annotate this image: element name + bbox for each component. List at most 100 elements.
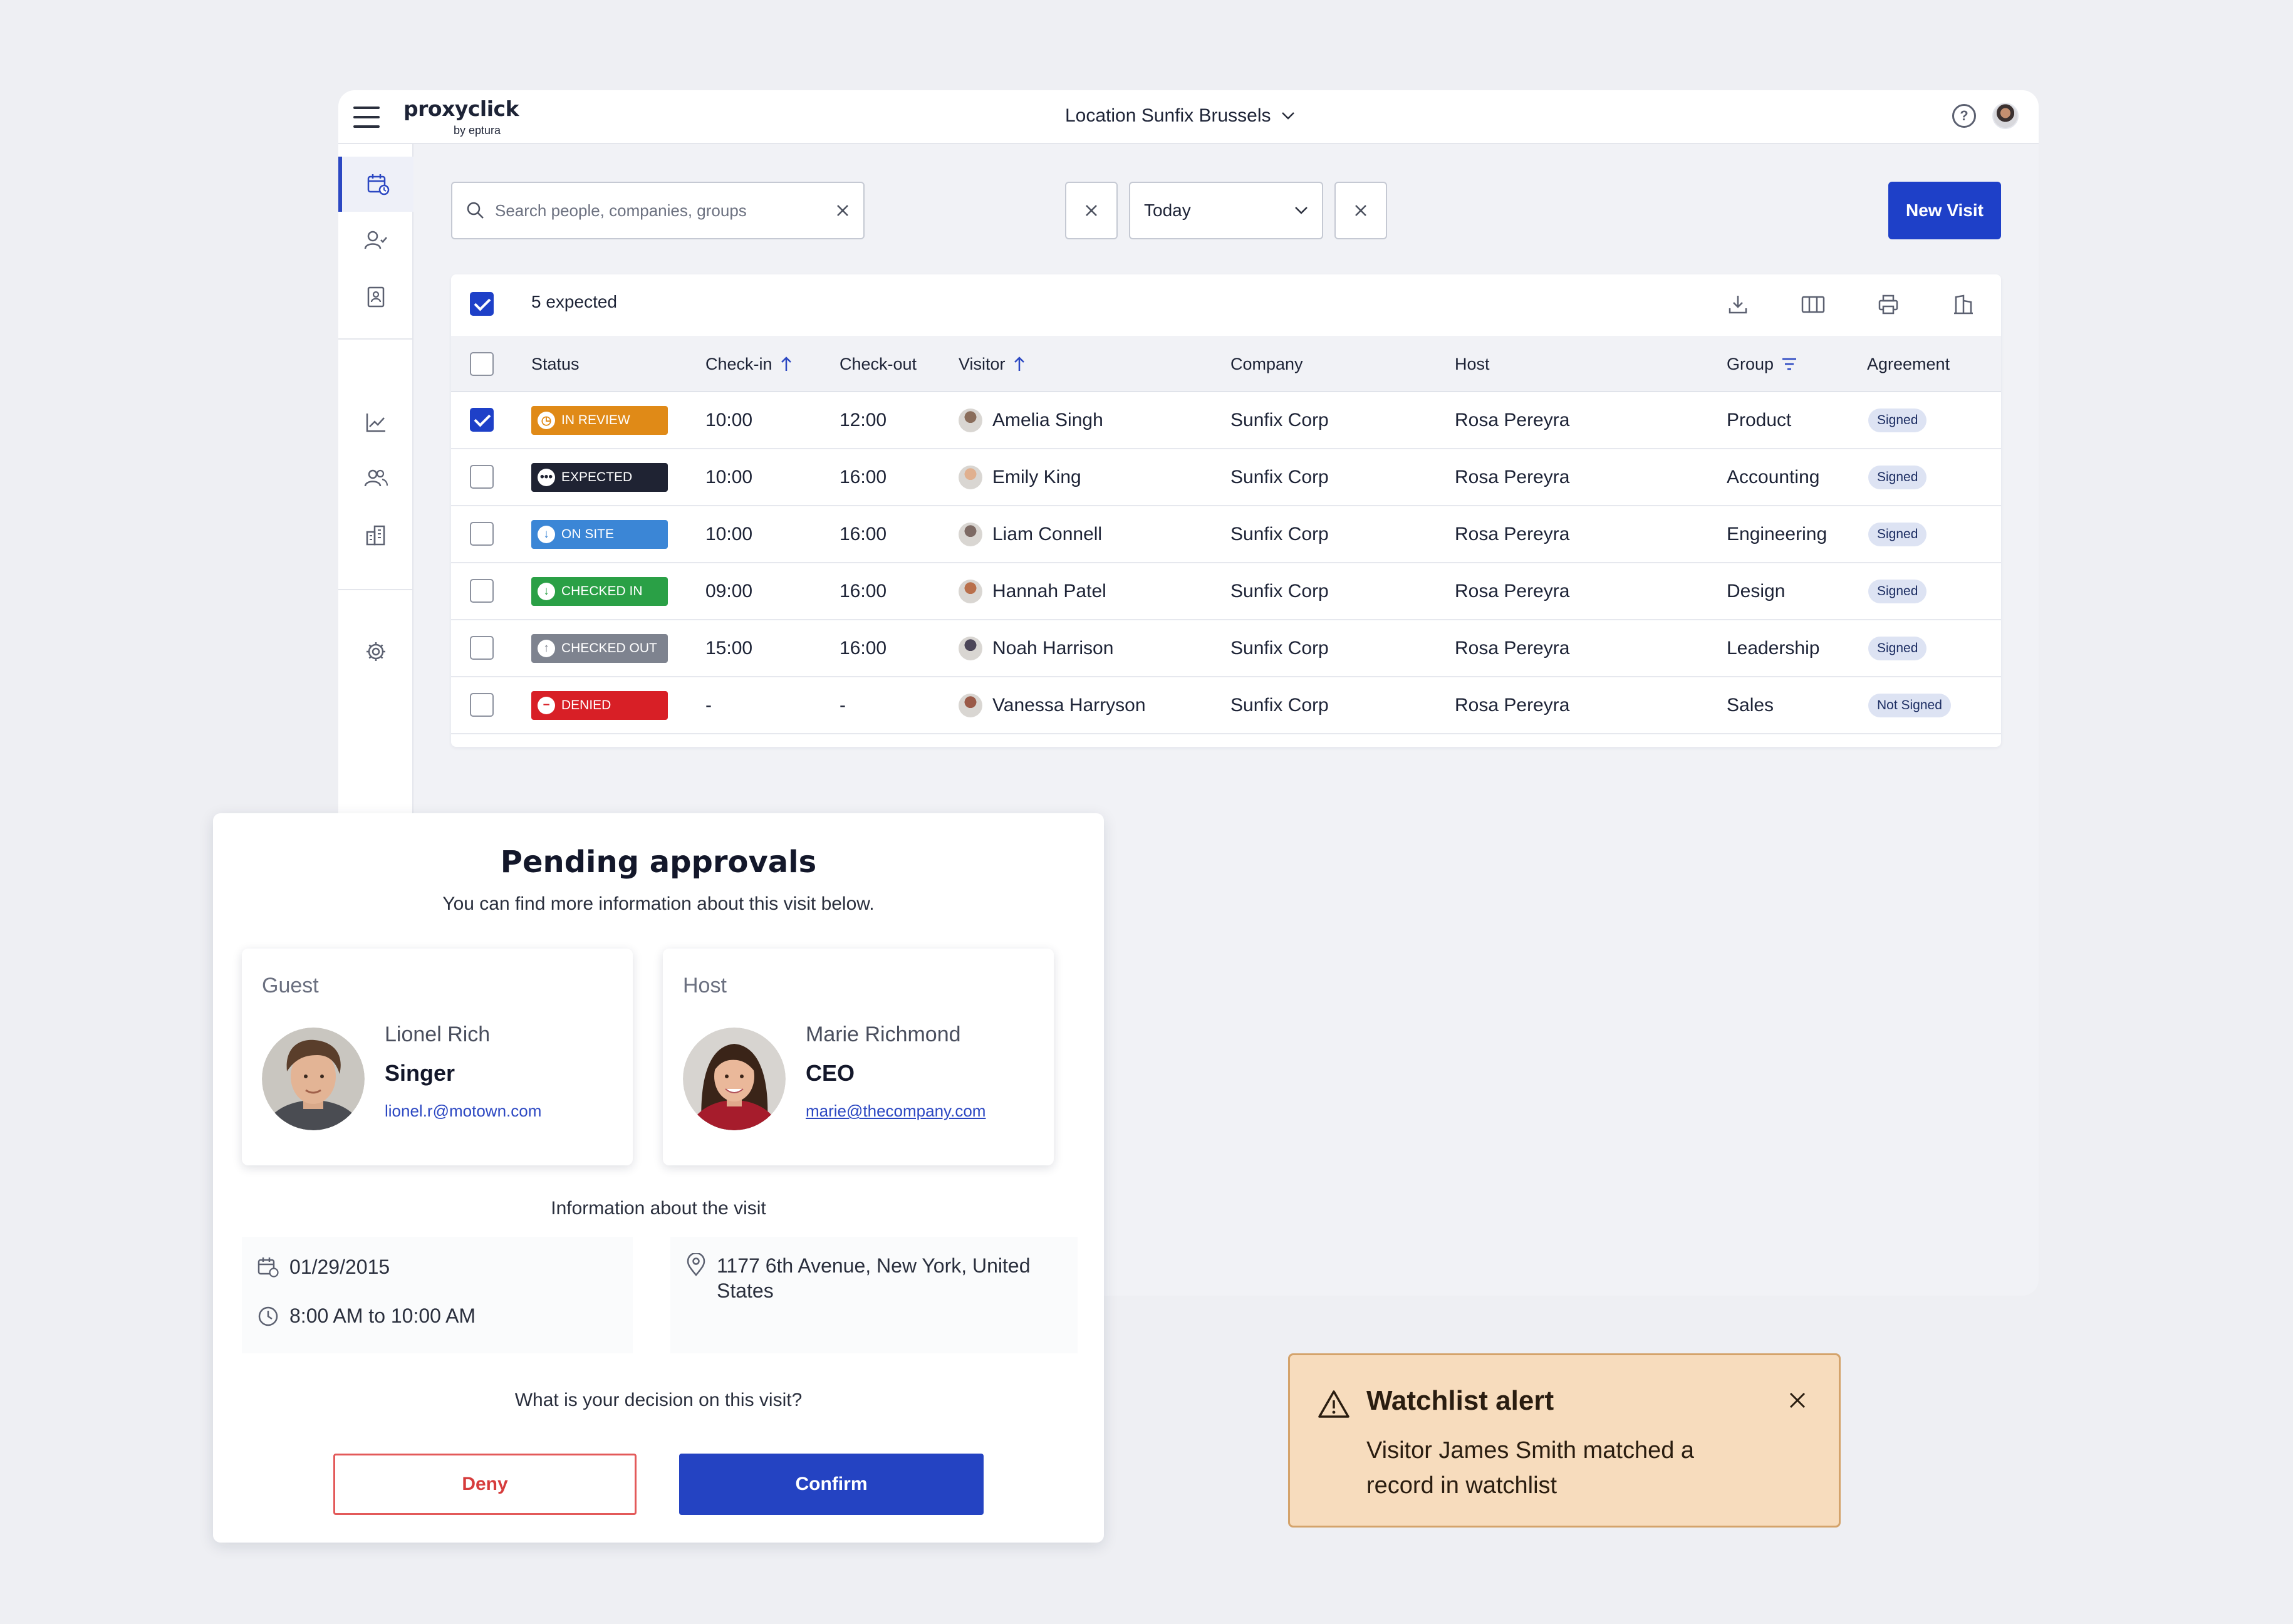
agreement-badge: Signed xyxy=(1868,409,1927,432)
header-checkbox[interactable] xyxy=(470,352,494,376)
status-badge: ↑ Checked Out xyxy=(531,634,668,663)
row-checkbox[interactable] xyxy=(470,579,494,603)
group-cell: Leadership xyxy=(1727,637,1820,658)
agreement-badge: Signed xyxy=(1868,580,1927,603)
table-row[interactable]: ↓ Checked In 09:00 16:00 Hannah Patel Sunfix … xyxy=(451,563,2001,620)
group-cell: Sales xyxy=(1727,694,1774,716)
table-row[interactable]: ↓ On Site 10:00 16:00 Liam Connell Sunfix Cor… xyxy=(451,506,2001,563)
host-card: Host Marie Richmond CEO marie@thecompany… xyxy=(663,949,1054,1165)
status-arrow-down-icon: ↓ xyxy=(538,583,555,600)
group-cell: Design xyxy=(1727,580,1786,601)
new-visit-button[interactable]: New Visit xyxy=(1888,182,2001,239)
host-name: Marie Richmond xyxy=(806,1023,961,1046)
pending-approvals-card: Pending approvals You can find more info… xyxy=(213,813,1104,1543)
visitor-avatar xyxy=(959,693,982,717)
visitor-check-icon xyxy=(364,231,387,249)
sidebar-item-visits[interactable] xyxy=(338,157,413,212)
visitor-cell[interactable]: Amelia Singh xyxy=(959,392,1103,448)
group-cell: Engineering xyxy=(1727,523,1828,544)
user-avatar[interactable] xyxy=(1992,103,2019,129)
column-company[interactable]: Company xyxy=(1230,336,1303,392)
visitor-cell[interactable]: Hannah Patel xyxy=(959,563,1106,619)
column-status[interactable]: Status xyxy=(531,336,580,392)
column-visitor[interactable]: Visitor xyxy=(959,336,1026,392)
sidebar-item-settings[interactable] xyxy=(338,624,413,679)
row-checkbox[interactable] xyxy=(470,522,494,546)
buildings-icon xyxy=(366,525,385,546)
close-icon xyxy=(1355,205,1366,216)
visit-time: 8:00 AM to 10:00 AM xyxy=(257,1304,476,1328)
sidebar-item-users[interactable] xyxy=(338,451,413,506)
guest-email-link[interactable]: lionel.r@motown.com xyxy=(385,1101,541,1121)
date-filter-select[interactable]: Today xyxy=(1129,182,1323,239)
checkin-time: 10:00 xyxy=(705,409,753,430)
row-checkbox[interactable] xyxy=(470,636,494,660)
clear-filter-button[interactable] xyxy=(1065,182,1118,239)
group-cell: Accounting xyxy=(1727,466,1820,487)
row-checkbox[interactable] xyxy=(470,408,494,432)
chart-icon xyxy=(366,414,385,432)
visitor-cell[interactable]: Vanessa Harryson xyxy=(959,677,1146,733)
checkin-time: - xyxy=(705,694,712,716)
guest-role-label: Guest xyxy=(262,974,319,997)
clear-date-button[interactable] xyxy=(1334,182,1387,239)
column-group[interactable]: Group xyxy=(1727,336,1797,392)
host-title: CEO xyxy=(806,1060,855,1086)
select-all-checkbox[interactable] xyxy=(470,292,494,316)
visitor-cell[interactable]: Noah Harrison xyxy=(959,620,1113,676)
host-photo xyxy=(683,1028,786,1130)
host-cell: Rosa Pereyra xyxy=(1455,523,1570,544)
row-checkbox[interactable] xyxy=(470,693,494,717)
visitor-avatar xyxy=(959,636,982,660)
sidebar-item-contacts[interactable] xyxy=(338,269,413,325)
calendar-icon xyxy=(257,1257,279,1278)
company-cell: Sunfix Corp xyxy=(1230,409,1329,430)
table-row[interactable]: ••• Expected 10:00 16:00 Emily King Sunfix Co… xyxy=(451,449,2001,506)
top-bar: proxyclick by eptura Location Sunfix Bru… xyxy=(338,90,2039,144)
approval-title: Pending approvals xyxy=(500,845,817,880)
calendar-visits-icon xyxy=(367,174,390,195)
checkout-time: 16:00 xyxy=(840,580,887,601)
location-selector[interactable]: Location Sunfix Brussels xyxy=(1065,105,1295,127)
group-cell: Product xyxy=(1727,409,1792,430)
deny-button[interactable]: Deny xyxy=(333,1454,637,1515)
visitor-cell[interactable]: Emily King xyxy=(959,449,1081,505)
column-checkout[interactable]: Check-out xyxy=(840,336,917,392)
visit-date: 01/29/2015 xyxy=(257,1256,390,1279)
visit-info-heading: Information about the visit xyxy=(551,1198,766,1219)
location-pin-icon xyxy=(687,1253,705,1276)
host-email-link[interactable]: marie@thecompany.com xyxy=(806,1101,985,1121)
building-filter-icon[interactable] xyxy=(1948,289,1978,320)
table-row[interactable]: ↑ Checked Out 15:00 16:00 Noah Harrison Sunfi… xyxy=(451,620,2001,677)
column-host[interactable]: Host xyxy=(1455,336,1490,392)
column-agreement[interactable]: Agreement xyxy=(1867,336,1950,392)
help-icon[interactable]: ? xyxy=(1952,104,1976,128)
search-input[interactable]: Search people, companies, groups xyxy=(451,182,865,239)
agreement-badge: Signed xyxy=(1868,523,1927,546)
row-checkbox[interactable] xyxy=(470,465,494,489)
checkout-time: 16:00 xyxy=(840,523,887,544)
close-icon[interactable] xyxy=(1785,1388,1810,1413)
sidebar-item-buildings[interactable] xyxy=(338,508,413,563)
table-row[interactable]: − Denied - - Vanessa Harryson Sunfix Corp Rosa… xyxy=(451,677,2001,734)
guest-title: Singer xyxy=(385,1060,455,1086)
warning-icon xyxy=(1318,1390,1349,1418)
agreement-badge: Signed xyxy=(1868,637,1927,660)
sidebar-item-analytics[interactable] xyxy=(338,395,413,450)
host-cell: Rosa Pereyra xyxy=(1455,580,1570,601)
confirm-button[interactable]: Confirm xyxy=(679,1454,984,1515)
logo-wordmark: proxyclick xyxy=(403,96,519,121)
visitor-cell[interactable]: Liam Connell xyxy=(959,506,1102,562)
checkout-time: 16:00 xyxy=(840,637,887,658)
table-row[interactable]: ◷ In Review 10:00 12:00 Amelia Singh Sunfix C… xyxy=(451,392,2001,449)
approval-subtitle: You can find more information about this… xyxy=(442,893,875,914)
visit-datetime-box: 01/29/2015 8:00 AM to 10:00 AM xyxy=(242,1237,633,1353)
download-icon[interactable] xyxy=(1723,289,1753,320)
company-cell: Sunfix Corp xyxy=(1230,523,1329,544)
clear-search-icon[interactable] xyxy=(836,204,850,217)
sidebar-item-visitors[interactable] xyxy=(338,213,413,268)
column-checkin[interactable]: Check-in xyxy=(705,336,793,392)
columns-icon[interactable] xyxy=(1798,289,1828,320)
menu-icon[interactable] xyxy=(353,107,380,128)
print-icon[interactable] xyxy=(1873,289,1903,320)
